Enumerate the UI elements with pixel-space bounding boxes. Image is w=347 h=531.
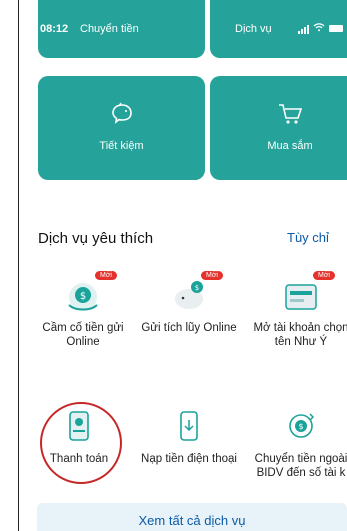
status-left-app: Chuyển tiền [80, 23, 139, 35]
coin-hand-icon: $ Mới [61, 271, 117, 317]
new-badge: Mới [95, 271, 117, 280]
svg-text:$: $ [195, 284, 199, 292]
new-badge: Mới [313, 271, 335, 280]
piggy-bank-icon [38, 102, 205, 129]
status-icons [298, 22, 343, 35]
svg-text:$: $ [298, 422, 303, 431]
signal-icon [298, 24, 309, 34]
service-accumulative-savings[interactable]: $ Mới Gửi tích lũy Online [134, 271, 244, 335]
left-divider [18, 0, 19, 531]
shopping-tile[interactable]: Mua sắm [210, 76, 347, 180]
service-label: Nạp tiền điện thoại [141, 453, 237, 465]
service-open-account[interactable]: Mới Mở tài khoản chọn tên Như Ý [246, 271, 347, 349]
service-label: Chuyển tiền ngoài BIDV đến số tài k [254, 453, 347, 479]
new-badge: Mới [201, 271, 223, 280]
card-account-icon: Mới [279, 271, 335, 317]
highlight-circle [40, 402, 122, 484]
phone-topup-icon [167, 408, 211, 448]
see-all-services-button[interactable]: Xem tất cả dịch vụ [37, 503, 347, 531]
tile-label: Mua sắm [267, 140, 313, 152]
see-all-label: Xem tất cả dịch vụ [138, 513, 246, 528]
savings-pig-icon: $ Mới [167, 271, 223, 317]
battery-icon [329, 25, 343, 32]
service-label: Mở tài khoản chọn tên Như Ý [253, 322, 347, 348]
transfer-icon: $ [279, 408, 323, 448]
wifi-icon [313, 22, 325, 35]
service-pledge-deposit[interactable]: $ Mới Cầm cố tiền gửi Online [28, 271, 138, 349]
service-mobile-topup[interactable]: Nạp tiền điện thoại [134, 408, 244, 466]
favorites-title: Dịch vụ yêu thích [38, 230, 154, 247]
tile-label: Tiết kiệm [99, 140, 144, 152]
savings-tile[interactable]: Tiết kiệm [38, 76, 205, 180]
svg-text:$: $ [80, 291, 86, 302]
customize-link[interactable]: Tùy chỉ [287, 230, 329, 245]
status-right-app: Dịch vụ [235, 23, 272, 35]
status-time: 08:12 [40, 23, 69, 35]
service-external-transfer[interactable]: $ Chuyển tiền ngoài BIDV đến số tài k [246, 408, 347, 480]
service-label: Gửi tích lũy Online [141, 322, 237, 334]
service-label: Cầm cố tiền gửi Online [42, 322, 124, 348]
shopping-cart-icon [210, 102, 347, 131]
app-screen: Tiết kiệm Mua sắm Dịch vụ yêu thích Tùy … [18, 0, 347, 531]
status-bar: 08:12 Chuyển tiền Dịch vụ [20, 23, 347, 43]
